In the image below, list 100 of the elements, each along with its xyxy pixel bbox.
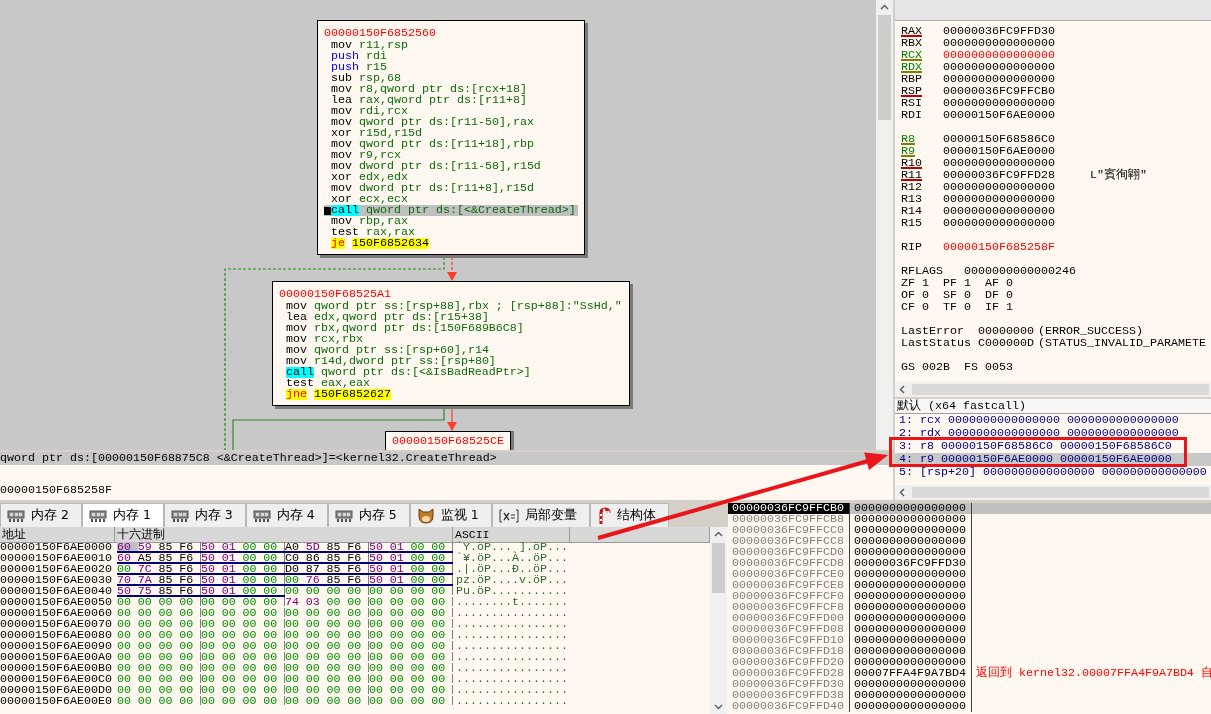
flag-name: AF [985,277,999,289]
instruction-row[interactable]: jne 150F6852627 [279,389,623,400]
tab[interactable]: 结构体 [589,503,669,527]
flag-value[interactable]: 0 [922,289,929,301]
scrollbar[interactable] [876,0,893,450]
instruction-row[interactable]: sub rsp,68 [324,73,578,84]
register-value[interactable]: 0000000000000000 [943,217,1055,229]
flag-value[interactable]: 0 [1006,289,1013,301]
stack-row[interactable]: 00000036FC9FFD28 00007FFA4F9A7BD4 返回到 kernel32.00007FFA4F9A7BD4 自 [728,668,1211,679]
register-value[interactable]: 0000000000000000 [943,37,1055,49]
register-value[interactable]: 0000000000000246 [964,265,1076,277]
instruction-row[interactable]: mov r11,rsp [324,40,578,51]
register-value[interactable]: 00000036FC9FFCB0 [943,85,1055,97]
instruction-row[interactable]: lea rax,qword ptr ds:[r11+8] [324,95,578,106]
stack-row[interactable]: 00000036FC9FFCB0 0000000000000000 [728,503,1211,514]
ascii-text: ................ [455,685,569,696]
instruction-row[interactable]: xor edx,edx [324,172,578,183]
instruction-row[interactable]: mov dword ptr ds:[r11+8],r15d [324,183,578,194]
instruction-row[interactable]: test rax,rax [324,227,578,238]
flag-value[interactable]: 0 [1006,277,1013,289]
instruction-row[interactable]: lea edx,qword ptr ds:[r15+38] [279,312,623,323]
calling-convention-header[interactable]: 默认 (x64 fastcall) [895,399,1211,414]
register-value[interactable]: 00000036FC9FFD30 [943,25,1055,37]
stack-row[interactable]: 00000036FC9FFCC8 0000000000000000 [728,536,1211,547]
instruction-row[interactable]: mov rbx,qword ptr ds:[150F689B6C8] [279,323,623,334]
register-value[interactable]: 0000000000000000 [943,49,1055,61]
dump-address: 00000150F6AE00A0 [0,652,113,663]
register-name: RBP [901,72,922,86]
stack-row[interactable]: 00000036FC9FFD18 0000000000000000 [728,646,1211,657]
instruction-row[interactable]: call qword ptr ds:[<&CreateThread>] [324,205,578,216]
instruction-row[interactable]: mov qword ptr ds:[r11-50],rax [324,117,578,128]
register-value[interactable]: 0000000000000000 [943,73,1055,85]
stack-row[interactable]: 00000036FC9FFD40 0000000000000000 [728,701,1211,712]
ascii-text: .|.öP...Ð..öP... [455,564,569,575]
stack-row[interactable]: 00000036FC9FFCE0 0000000000000000 [728,569,1211,580]
stack-row[interactable]: 00000036FC9FFD30 0000000000000000 [728,679,1211,690]
instruction-row[interactable]: push rdi [324,51,578,62]
memory-chip-icon [334,508,353,523]
stack-row[interactable]: 00000036FC9FFD38 0000000000000000 [728,690,1211,701]
register-value[interactable]: 0000000000000000 [943,205,1055,217]
scrollbar[interactable] [895,382,1211,397]
argument-row[interactable]: 2: rdx 0000000000000000 0000000000000000 [895,427,1211,440]
flag-value[interactable]: 0 [964,289,971,301]
argument-row[interactable]: 3: r8 00000150F68586C0 00000150F68586C0 [895,440,1211,453]
tab[interactable]: 内存 4 [245,503,328,527]
stack-row[interactable]: 00000036FC9FFD10 0000000000000000 [728,635,1211,646]
tab[interactable]: 监视 1 [409,503,492,527]
instruction-row[interactable]: mov rcx,rbx [279,334,623,345]
register-value[interactable]: 0000000000000000 [943,193,1055,205]
register-value[interactable]: 0000000000000000 [943,97,1055,109]
stack-row[interactable]: 00000036FC9FFCB8 0000000000000000 [728,514,1211,525]
instruction-row[interactable]: mov rbp,rax [324,216,578,227]
instruction-row[interactable]: xor ecx,ecx [324,194,578,205]
instruction-row[interactable]: mov qword ptr ds:[r11+18],rbp [324,139,578,150]
stack-row[interactable]: 00000036FC9FFCD8 00000036FC9FFD30 [728,558,1211,569]
stack-row[interactable]: 00000036FC9FFCF8 0000000000000000 [728,602,1211,613]
flag-value[interactable]: 1 [922,277,929,289]
tab[interactable]: 内存 3 [163,503,246,527]
stack-row[interactable]: 00000036FC9FFD00 0000000000000000 [728,613,1211,624]
instruction-row[interactable]: test eax,eax [279,378,623,389]
stack-row[interactable]: 00000036FC9FFCD0 0000000000000000 [728,547,1211,558]
segment-value[interactable]: 0053 [985,361,1013,373]
register-value[interactable]: 0000000000000000 [943,181,1055,193]
stack-row[interactable]: 00000036FC9FFCE8 0000000000000000 [728,580,1211,591]
tab[interactable]: 内存 1 [81,503,164,527]
instruction-row[interactable]: mov qword ptr ss:[rsp+88],rbx ; [rsp+88]:"SsHd," [279,301,623,312]
register-value[interactable]: 0000000000000000 [943,157,1055,169]
instruction-row[interactable]: xor r15d,r15d [324,128,578,139]
register-value[interactable]: 00000036FC9FFD28 [943,169,1055,181]
argument-row[interactable]: 5: [rsp+20] 0000000000000000 000000000000000 [895,466,1211,479]
argument-row[interactable]: 1: rcx 0000000000000000 0000000000000000 [895,414,1211,427]
instruction-row[interactable]: mov dword ptr ds:[r11-58],r15d [324,161,578,172]
scrollbar[interactable] [710,527,727,714]
flag-value[interactable]: 1 [1006,301,1013,313]
tab[interactable]: 局部变量 [491,503,590,527]
instruction-row[interactable]: push r15 [324,62,578,73]
flag-value[interactable]: 1 [964,277,971,289]
tab[interactable]: 内存 5 [327,503,410,527]
register-value[interactable]: 00000150F6AE0000 [943,109,1055,121]
instruction-row[interactable]: mov r8,qword ptr ds:[rcx+18] [324,84,578,95]
flag-value[interactable]: 0 [922,301,929,313]
column-header[interactable]: 地址 [0,527,115,543]
register-value[interactable]: 00000150F68586C0 [943,133,1055,145]
instruction-row[interactable]: mov r9,rcx [324,150,578,161]
column-header[interactable]: 十六进制 [115,527,453,543]
segment-value[interactable]: 002B [922,361,950,373]
scrollbar[interactable] [895,485,1211,500]
instruction-row[interactable]: call qword ptr ds:[<&IsBadReadPtr>] [279,367,623,378]
register-value[interactable]: 0000000000000000 [943,61,1055,73]
flag-value[interactable]: 0 [964,301,971,313]
stack-row[interactable]: 00000036FC9FFCC0 0000000000000000 [728,525,1211,536]
instruction-row[interactable]: je 150F6852634 [324,238,578,249]
tab[interactable]: 内存 2 [0,503,82,527]
instruction-row[interactable]: mov rdi,rcx [324,106,578,117]
instruction-row[interactable]: mov qword ptr ss:[rsp+60],r14 [279,345,623,356]
register-value[interactable]: 00000150F6AE0000 [943,145,1055,157]
stack-row[interactable]: 00000036FC9FFCF0 0000000000000000 [728,591,1211,602]
instruction-row[interactable]: mov r14d,dword ptr ss:[rsp+80] [279,356,623,367]
register-value[interactable]: 00000150F685258F [943,241,1055,253]
stack-row[interactable]: 00000036FC9FFD08 0000000000000000 [728,624,1211,635]
